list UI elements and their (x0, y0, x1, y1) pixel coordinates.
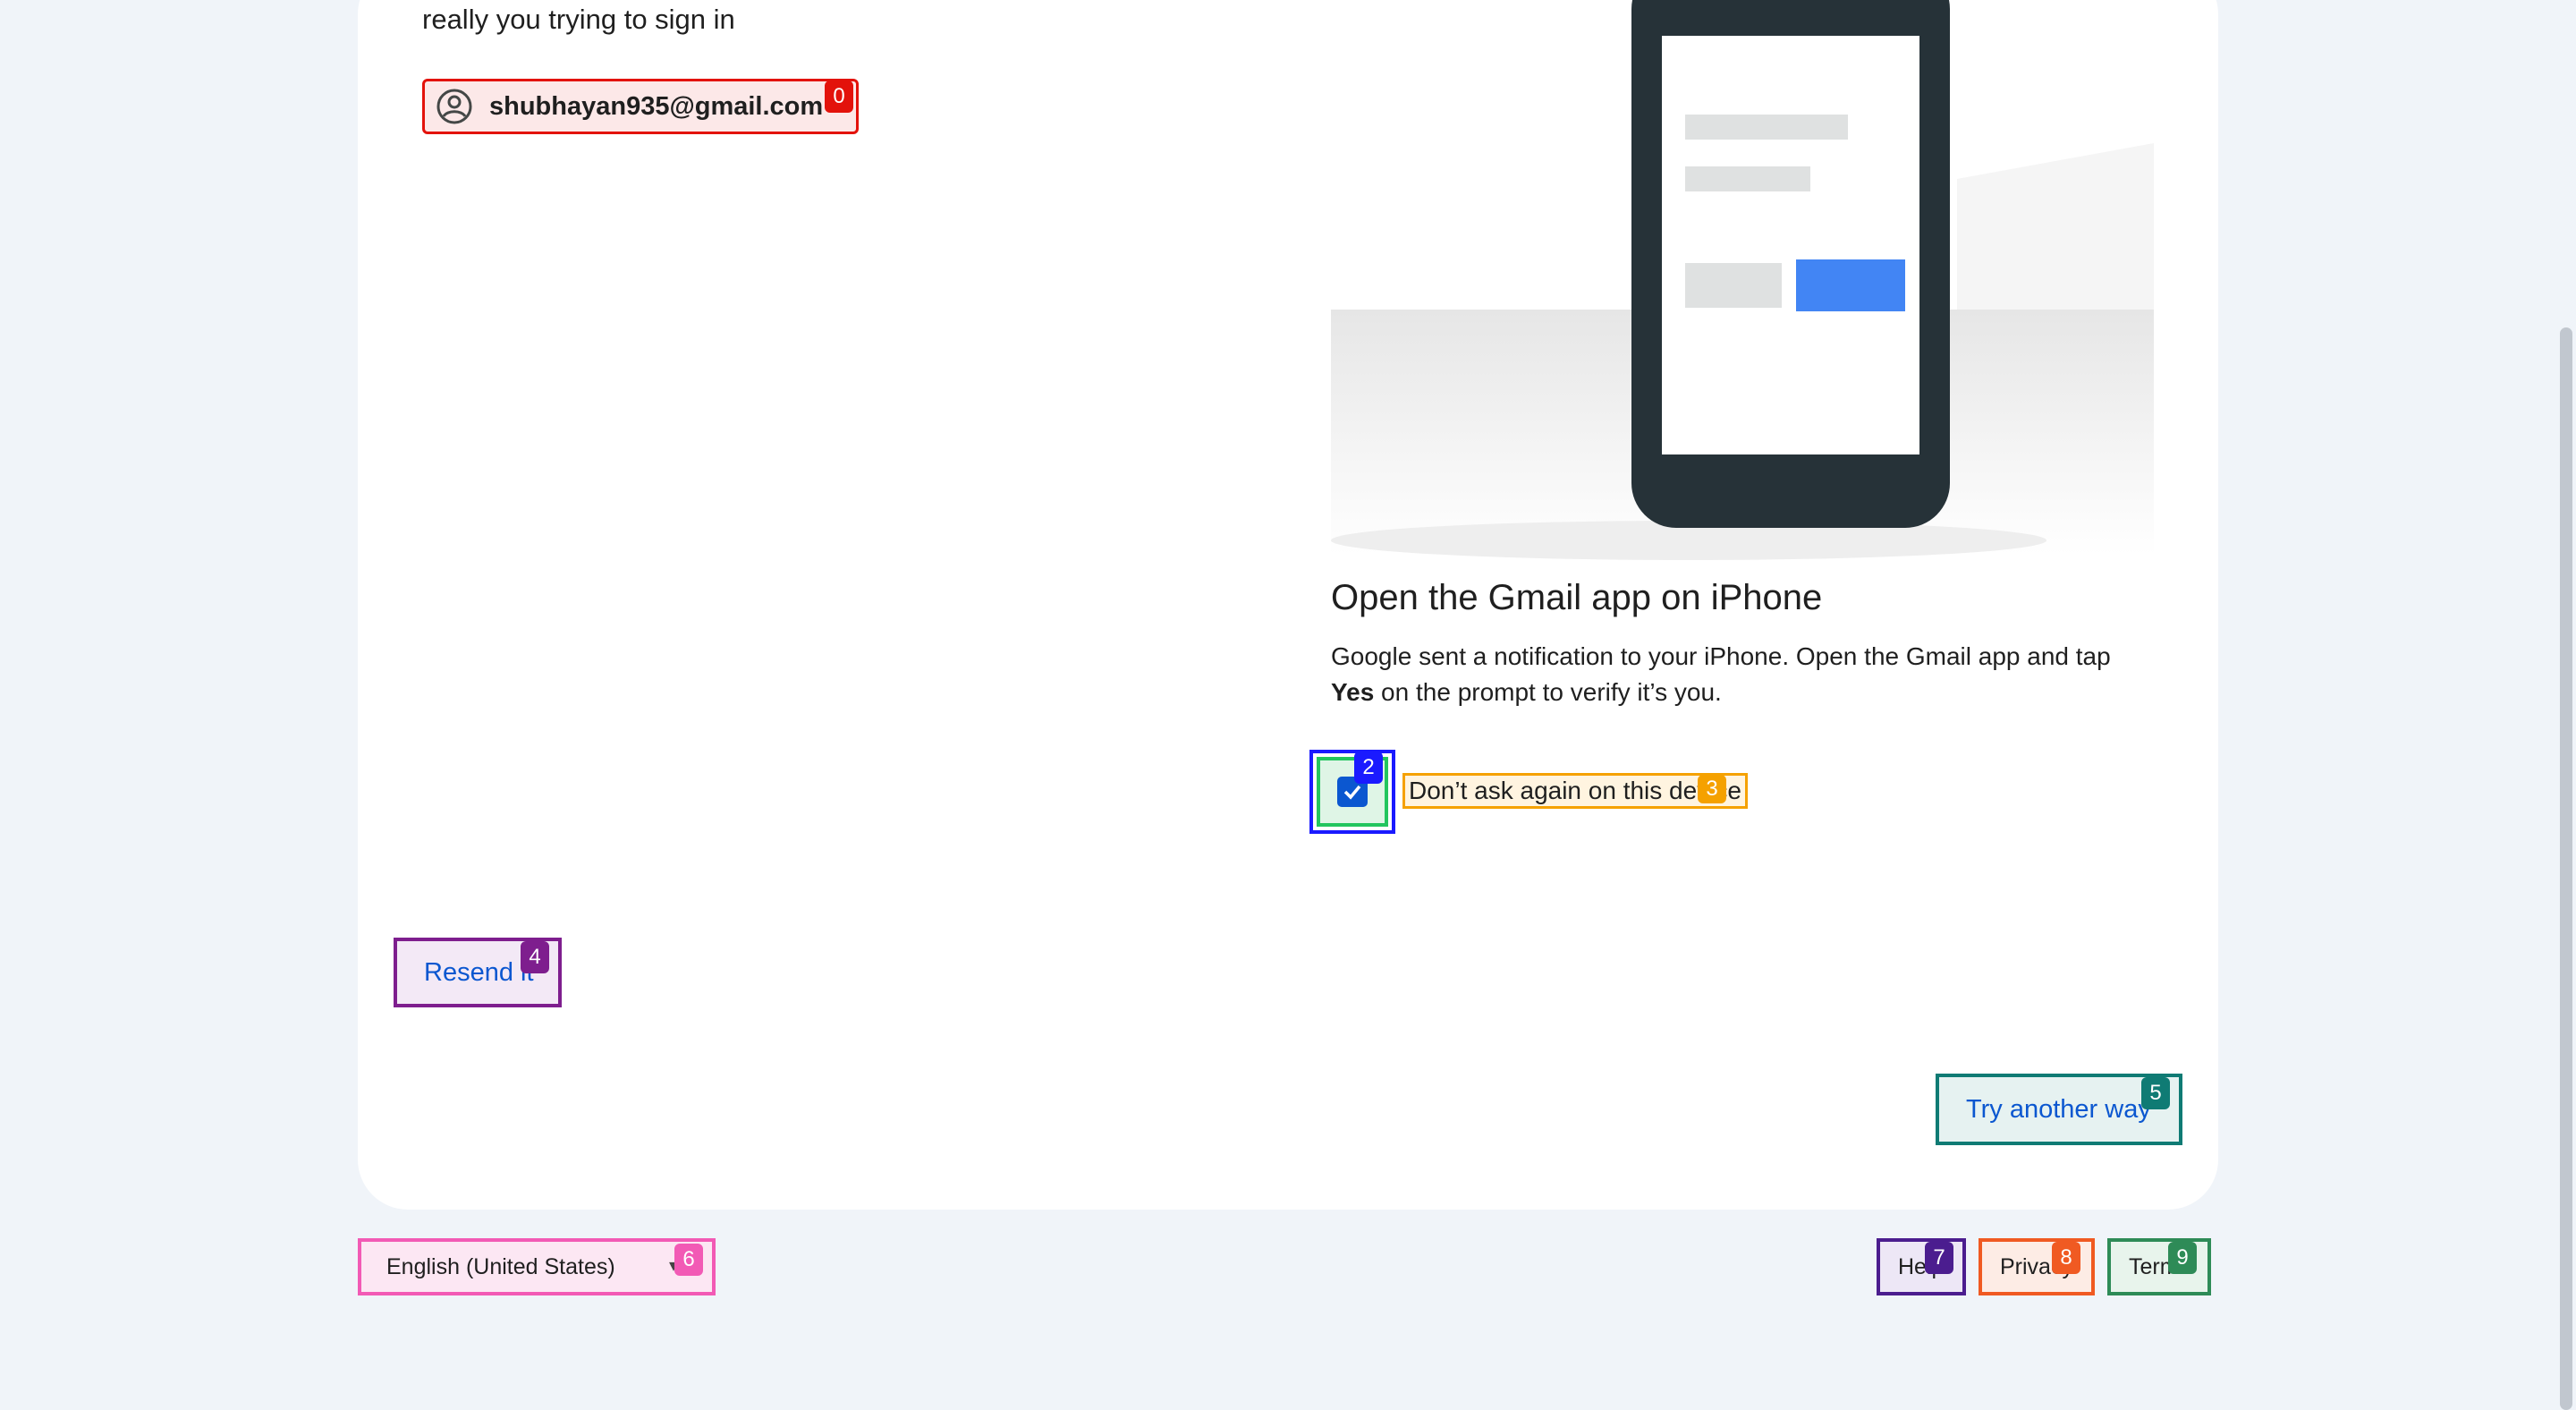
language-select-value: English (United States) (386, 1253, 615, 1279)
phone-illustration (1331, 0, 2154, 564)
description-text: Google sent a notification to your iPhon… (1331, 642, 2111, 670)
page-scrollbar[interactable] (2560, 327, 2572, 1410)
page-heading: Open the Gmail app on iPhone (1331, 578, 1823, 617)
account-circle-icon (436, 88, 473, 125)
marker-4: 4 (521, 941, 549, 973)
language-select[interactable]: English (United States) ▾ (358, 1238, 716, 1295)
description-text-end: on the prompt to verify it’s you. (1374, 678, 1722, 706)
marker-3: 3 (1698, 775, 1726, 803)
account-email: shubhayan935@gmail.com (489, 91, 824, 121)
dont-ask-label[interactable]: Don’t ask again on this device (1402, 773, 1748, 809)
marker-2: 2 (1354, 752, 1383, 784)
description-bold-yes: Yes (1331, 678, 1375, 706)
marker-0: 0 (825, 81, 853, 113)
prompt-description: Google sent a notification to your iPhon… (1331, 639, 2154, 710)
marker-7: 7 (1925, 1242, 1953, 1274)
intro-text: really you trying to sign in (422, 4, 735, 35)
marker-9: 9 (2168, 1242, 2197, 1274)
account-chip[interactable]: shubhayan935@gmail.com (422, 79, 859, 134)
marker-6: 6 (674, 1244, 703, 1276)
marker-5: 5 (2141, 1077, 2170, 1109)
marker-8: 8 (2052, 1242, 2080, 1274)
